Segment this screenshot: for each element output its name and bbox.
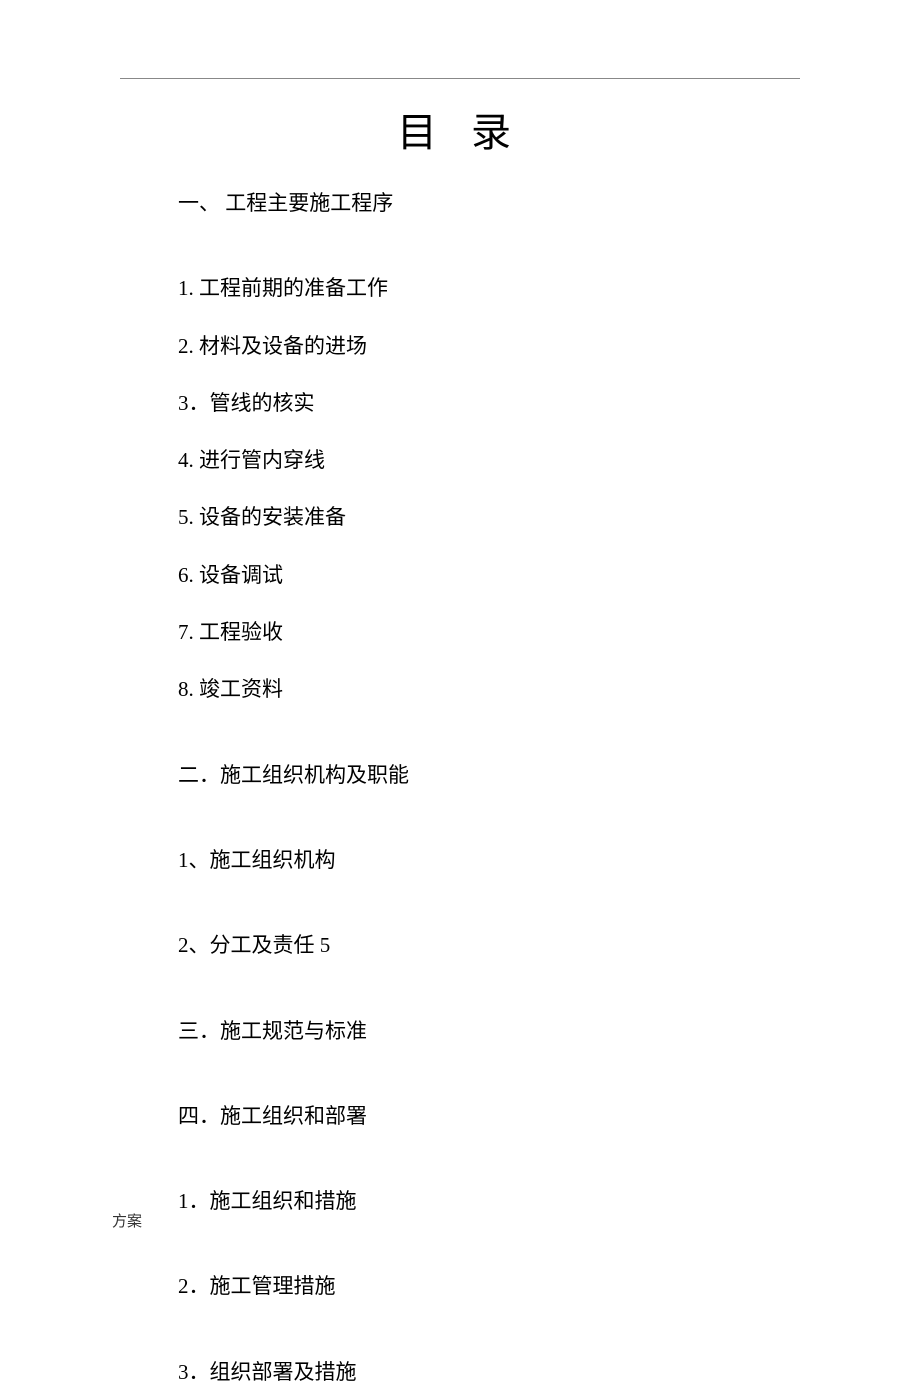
toc-line: 2. 材料及设备的进场 bbox=[178, 333, 778, 360]
toc-line: 3．组织部署及措施 bbox=[178, 1359, 778, 1386]
toc-line: 7. 工程验收 bbox=[178, 619, 778, 646]
toc-line: 2．施工管理措施 bbox=[178, 1273, 778, 1300]
toc-line: 1、施工组织机构 bbox=[178, 847, 778, 874]
toc-line: 8. 竣工资料 bbox=[178, 676, 778, 703]
document-page: 目 录 一、 工程主要施工程序 1. 工程前期的准备工作 2. 材料及设备的进场 3．… bbox=[0, 0, 920, 1302]
toc-line: 三．施工规范与标准 bbox=[178, 1018, 778, 1045]
toc-line: 1．施工组织和措施 bbox=[178, 1188, 778, 1215]
toc-line: 6. 设备调试 bbox=[178, 562, 778, 589]
toc-line: 1. 工程前期的准备工作 bbox=[178, 275, 778, 302]
header-rule bbox=[120, 78, 800, 79]
toc-line: 5. 设备的安装准备 bbox=[178, 504, 778, 531]
toc-line: 一、 工程主要施工程序 bbox=[178, 190, 778, 217]
footer-text: 方案 bbox=[112, 1210, 142, 1231]
toc-line: 4. 进行管内穿线 bbox=[178, 447, 778, 474]
toc-line: 3．管线的核实 bbox=[178, 390, 778, 417]
toc-line: 二．施工组织机构及职能 bbox=[178, 762, 778, 789]
toc-content: 一、 工程主要施工程序 1. 工程前期的准备工作 2. 材料及设备的进场 3．管线的核… bbox=[178, 190, 778, 1386]
toc-line: 四．施工组织和部署 bbox=[178, 1103, 778, 1130]
toc-line: 2、分工及责任 5 bbox=[178, 932, 778, 959]
page-title: 目 录 bbox=[0, 100, 920, 158]
